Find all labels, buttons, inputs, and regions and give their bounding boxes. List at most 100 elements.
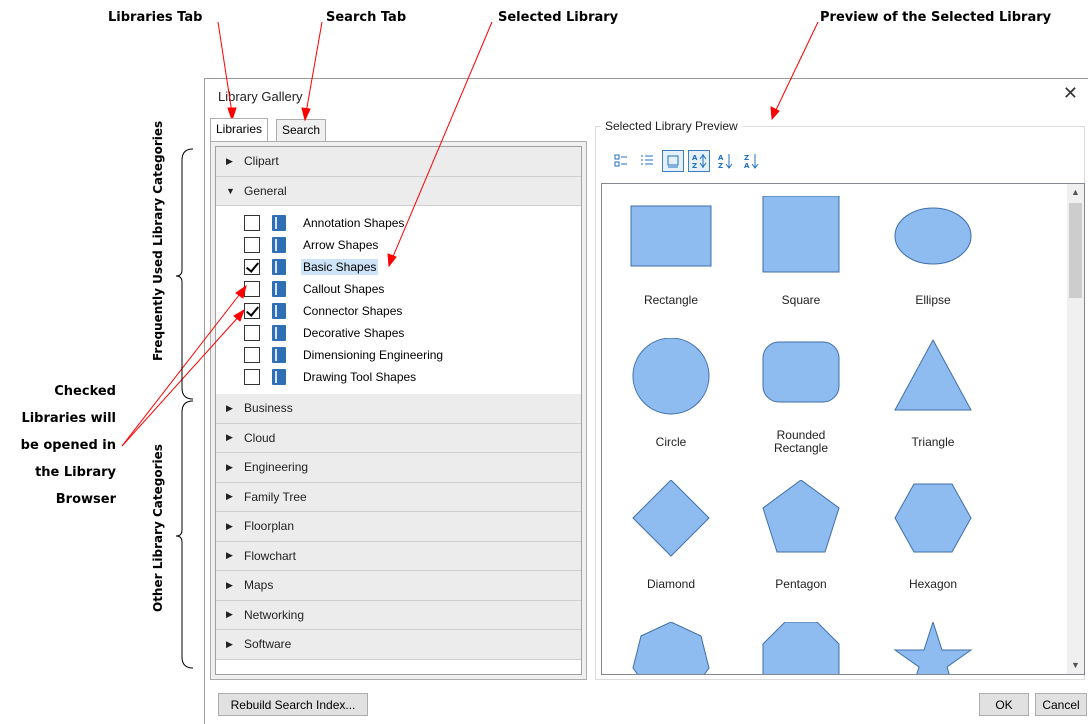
diamond-shape-icon bbox=[632, 480, 710, 557]
category-list[interactable]: ▶ Clipart ▼ General Annotation Shapes Arr… bbox=[215, 146, 582, 675]
shape-item[interactable]: Pentagon bbox=[746, 480, 856, 604]
annotation-line: Libraries will bbox=[21, 411, 116, 426]
library-label: Basic Shapes bbox=[301, 259, 379, 275]
category-item[interactable]: ▶ Business bbox=[216, 394, 581, 424]
category-label: Networking bbox=[244, 607, 305, 622]
rectangle-shape-icon bbox=[630, 205, 712, 267]
library-item[interactable]: Dimensioning Engineering bbox=[216, 344, 581, 366]
icons-only-view-icon[interactable] bbox=[662, 150, 684, 172]
ok-button[interactable]: OK bbox=[979, 693, 1029, 716]
rounded-rectangle-shape-icon bbox=[762, 341, 840, 403]
shape-item[interactable] bbox=[616, 622, 726, 674]
library-checkbox[interactable] bbox=[244, 215, 260, 231]
expand-arrow-icon: ▶ bbox=[226, 432, 233, 443]
library-checkbox[interactable] bbox=[244, 281, 260, 297]
shape-item[interactable]: Rounded Rectangle bbox=[746, 338, 856, 462]
square-shape-icon bbox=[762, 196, 840, 273]
expand-arrow-icon: ▶ bbox=[226, 609, 233, 620]
scroll-down-icon[interactable]: ▼ bbox=[1067, 657, 1084, 674]
library-book-icon bbox=[272, 237, 286, 253]
other-categories: ▶ Business ▶ Cloud ▶ Engineering ▶ Family Tree ▶… bbox=[216, 394, 581, 660]
library-item[interactable]: Drawing Tool Shapes bbox=[216, 366, 581, 388]
library-checkbox[interactable] bbox=[244, 325, 260, 341]
annotation-line: Checked bbox=[54, 384, 116, 399]
expand-arrow-icon: ▶ bbox=[226, 638, 233, 649]
library-item[interactable]: Annotation Shapes bbox=[216, 212, 581, 234]
shape-item[interactable]: Ellipse bbox=[878, 196, 988, 320]
annotation-selected-library: Selected Library bbox=[498, 10, 619, 25]
annotation-search-tab: Search Tab bbox=[326, 10, 407, 25]
collapse-arrow-icon: ▼ bbox=[226, 185, 235, 196]
category-item[interactable]: ▶ Floorplan bbox=[216, 512, 581, 542]
shape-item[interactable]: Hexagon bbox=[878, 480, 988, 604]
category-label: Cloud bbox=[244, 430, 276, 445]
annotation-preview: Preview of the Selected Library bbox=[820, 10, 1052, 25]
category-clipart[interactable]: ▶ Clipart bbox=[216, 147, 581, 177]
library-item[interactable]: Arrow Shapes bbox=[216, 234, 581, 256]
library-checkbox[interactable] bbox=[244, 237, 260, 253]
library-checkbox[interactable] bbox=[244, 303, 260, 319]
library-label: Decorative Shapes bbox=[303, 326, 405, 340]
tab-search[interactable]: Search bbox=[276, 119, 327, 141]
large-icons-view-icon[interactable] bbox=[610, 150, 632, 172]
scroll-thumb[interactable] bbox=[1069, 203, 1082, 298]
shape-item[interactable]: Triangle bbox=[878, 338, 988, 462]
category-item[interactable]: ▶ Engineering bbox=[216, 453, 581, 483]
library-book-icon bbox=[272, 303, 286, 319]
library-label: Dimensioning Engineering bbox=[303, 348, 444, 362]
annotation-line: be opened in bbox=[20, 438, 116, 453]
category-item[interactable]: ▶ Flowchart bbox=[216, 541, 581, 571]
sort-ascending-icon[interactable]: AZ bbox=[714, 150, 736, 172]
annotation-frequently-used: Frequently Used Library Categories bbox=[151, 120, 165, 361]
no-sort-icon[interactable]: AZ bbox=[688, 150, 710, 172]
shape-label: Rectangle bbox=[643, 292, 699, 307]
library-item[interactable]: Connector Shapes bbox=[216, 300, 581, 322]
category-item[interactable]: ▶ Cloud bbox=[216, 423, 581, 453]
category-label: Flowchart bbox=[244, 548, 297, 563]
triangle-shape-icon bbox=[894, 338, 972, 411]
annotation-checked-libraries: Checked Libraries will be opened in the … bbox=[4, 378, 116, 513]
library-item[interactable]: Callout Shapes bbox=[216, 278, 581, 300]
shape-label: Ellipse bbox=[915, 292, 951, 307]
category-label: Maps bbox=[244, 578, 274, 593]
brace-frequently-used bbox=[175, 148, 194, 400]
library-label: Connector Shapes bbox=[303, 304, 403, 318]
shape-item[interactable]: Square bbox=[746, 196, 856, 320]
category-label: Business bbox=[244, 401, 293, 416]
category-general[interactable]: ▼ General bbox=[216, 176, 581, 206]
library-item[interactable]: Decorative Shapes bbox=[216, 322, 581, 344]
library-item[interactable]: Basic Shapes bbox=[216, 256, 581, 278]
star-shape-icon bbox=[893, 622, 973, 674]
list-view-icon[interactable] bbox=[636, 150, 658, 172]
tab-libraries[interactable]: Libraries bbox=[210, 118, 269, 141]
library-checkbox[interactable] bbox=[244, 369, 260, 385]
annotation-other-categories: Other Library Categories bbox=[151, 444, 165, 612]
category-item[interactable]: ▶ Maps bbox=[216, 571, 581, 601]
shape-item[interactable]: Diamond bbox=[616, 480, 726, 604]
category-item[interactable]: ▶ Family Tree bbox=[216, 482, 581, 512]
library-checkbox[interactable] bbox=[244, 347, 260, 363]
shape-item[interactable]: Rectangle bbox=[616, 196, 726, 320]
vertical-scrollbar[interactable]: ▲ ▼ bbox=[1067, 184, 1084, 674]
shape-label: Pentagon bbox=[775, 576, 827, 591]
annotation-line: Browser bbox=[55, 492, 116, 507]
preview-title: Selected Library Preview bbox=[601, 119, 742, 133]
cancel-button[interactable]: Cancel bbox=[1035, 693, 1087, 716]
rebuild-search-index-button[interactable]: Rebuild Search Index... bbox=[218, 693, 368, 716]
scroll-up-icon[interactable]: ▲ bbox=[1067, 184, 1084, 201]
expand-arrow-icon: ▶ bbox=[226, 491, 233, 502]
category-label: Floorplan bbox=[244, 519, 295, 534]
sort-descending-icon[interactable]: ZA bbox=[740, 150, 762, 172]
shape-preview-area[interactable]: ▲ ▼ Rectangle Square Ellipse Circle Rounded … bbox=[601, 183, 1085, 675]
circle-shape-icon bbox=[632, 338, 710, 415]
category-item[interactable]: ▶ Software bbox=[216, 630, 581, 660]
shape-item[interactable]: Circle bbox=[616, 338, 726, 462]
svg-text:Z: Z bbox=[692, 162, 697, 169]
library-checkbox[interactable] bbox=[244, 259, 260, 275]
library-book-icon bbox=[272, 347, 286, 363]
close-icon[interactable]: ✕ bbox=[1063, 83, 1078, 104]
ellipse-shape-icon bbox=[894, 207, 972, 265]
category-item[interactable]: ▶ Networking bbox=[216, 600, 581, 630]
shape-item[interactable] bbox=[746, 622, 856, 674]
shape-item[interactable] bbox=[878, 622, 988, 674]
